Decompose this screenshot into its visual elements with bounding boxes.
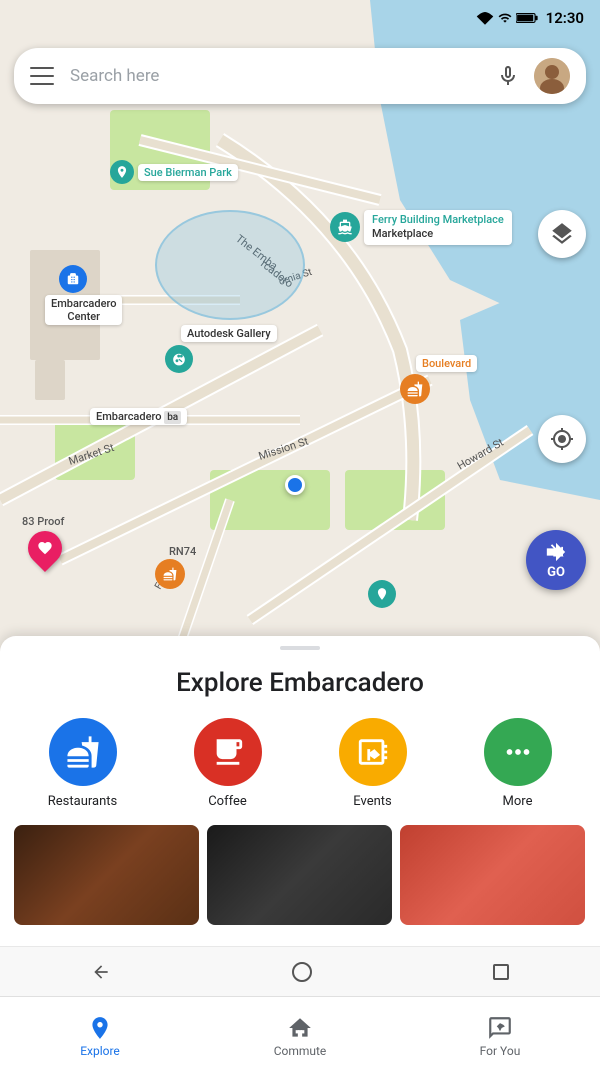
battery-icon	[516, 12, 538, 24]
explore-nav-label: Explore	[80, 1044, 120, 1058]
rn74-pin[interactable]: RN74	[155, 540, 196, 589]
go-button[interactable]: GO	[526, 530, 586, 590]
photo-thumb-2[interactable]	[207, 825, 392, 925]
more-icon-circle	[484, 718, 552, 786]
boulevard-pin[interactable]: Boulevard	[400, 355, 477, 404]
nav-for-you[interactable]: For You	[400, 1006, 600, 1058]
my-location-button[interactable]	[538, 415, 586, 463]
restaurants-label: Restaurants	[48, 794, 117, 809]
coffee-label: Coffee	[208, 794, 247, 809]
signal-icon	[498, 11, 512, 25]
mic-button[interactable]	[492, 60, 524, 92]
autodesk-gallery-pin[interactable]: Autodesk Gallery	[165, 325, 277, 373]
photo-thumb-1[interactable]	[14, 825, 199, 925]
sue-bierman-park-pin[interactable]: Sue Bierman Park	[110, 160, 238, 184]
events-label: Events	[353, 794, 391, 809]
coffee-icon-circle	[194, 718, 262, 786]
category-events[interactable]: Events	[333, 718, 413, 809]
category-more[interactable]: More	[478, 718, 558, 809]
restaurants-icon-circle	[49, 718, 117, 786]
nav-commute[interactable]: Commute	[200, 1006, 400, 1058]
photo-row	[0, 809, 600, 925]
wifi-icon	[476, 11, 494, 25]
blue-teal-pin[interactable]	[368, 580, 396, 608]
83proof-pin[interactable]: 83 Proof	[22, 510, 64, 565]
category-restaurants[interactable]: Restaurants	[43, 718, 123, 809]
search-input[interactable]: Search here	[70, 66, 484, 86]
commute-nav-icon	[286, 1014, 314, 1042]
embarcadero-highlight-area	[155, 210, 305, 320]
embarcadero-center-pin[interactable]: EmbarcaderoCenter	[45, 265, 122, 325]
for-you-nav-icon	[486, 1014, 514, 1042]
categories-row: Restaurants Coffee Events	[0, 698, 600, 809]
current-location-dot	[285, 475, 305, 495]
bottom-nav: Explore Commute For You	[0, 996, 600, 1066]
embarcadero-transit-pin[interactable]: Embarcadero ba	[90, 405, 187, 428]
status-time: 12:30	[546, 9, 584, 27]
for-you-nav-label: For You	[480, 1044, 521, 1058]
android-nav	[0, 946, 600, 996]
layers-button[interactable]	[538, 210, 586, 258]
photo-thumb-3[interactable]	[400, 825, 585, 925]
back-button[interactable]	[91, 962, 111, 982]
status-bar: 12:30	[0, 0, 600, 36]
home-button[interactable]	[292, 962, 312, 982]
category-coffee[interactable]: Coffee	[188, 718, 268, 809]
more-label: More	[503, 794, 533, 809]
sheet-handle	[280, 646, 320, 650]
avatar[interactable]	[534, 58, 570, 94]
nav-explore[interactable]: Explore	[0, 1006, 200, 1058]
recents-button[interactable]	[493, 964, 509, 980]
ferry-building-pin[interactable]: Ferry Building Marketplace Marketplace	[330, 210, 512, 245]
events-icon-circle	[339, 718, 407, 786]
commute-nav-label: Commute	[274, 1044, 327, 1058]
go-button-label: GO	[547, 565, 565, 580]
explore-title: Explore Embarcadero	[0, 668, 600, 698]
menu-button[interactable]	[30, 67, 54, 85]
search-bar[interactable]: Search here	[14, 48, 586, 104]
status-icons	[476, 11, 538, 25]
explore-nav-icon	[86, 1014, 114, 1042]
